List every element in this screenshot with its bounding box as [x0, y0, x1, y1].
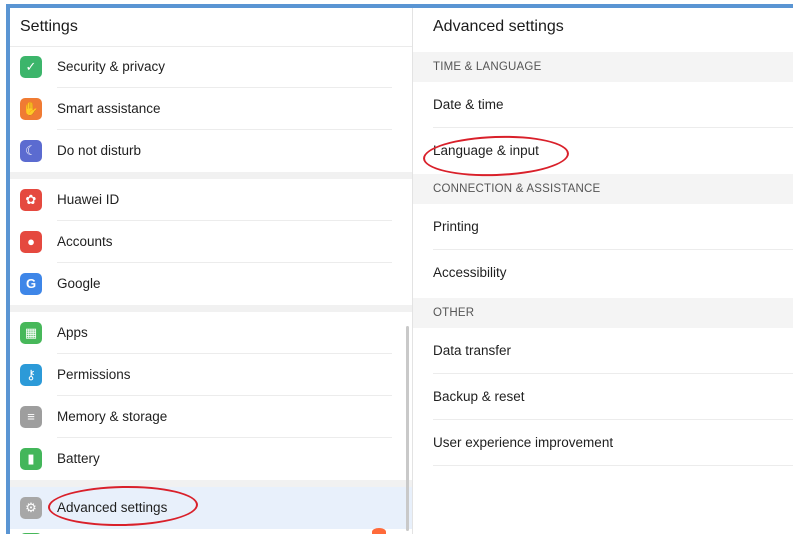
apps-icon: ▦ [20, 322, 42, 344]
group-divider [10, 305, 412, 312]
menu-item-label: Accessibility [433, 265, 507, 280]
battery-icon: ▮ [20, 448, 42, 470]
settings-list-panel: Settings ✓ Security & privacy ✋ Smart as… [10, 8, 413, 534]
menu-item-user-experience[interactable]: User experience improvement [413, 420, 793, 466]
menu-item-printing[interactable]: Printing [413, 204, 793, 250]
menu-item-label: Date & time [433, 97, 504, 112]
settings-title: Settings [10, 8, 412, 47]
sidebar-item-label: Security & privacy [57, 59, 166, 74]
storage-icon: ≡ [20, 406, 42, 428]
sidebar-item-memory-storage[interactable]: ≡ Memory & storage [10, 396, 412, 438]
menu-item-label: Data transfer [433, 343, 512, 358]
advanced-settings-panel: Advanced settings TIME & LANGUAGE Date &… [413, 8, 793, 534]
menu-item-data-transfer[interactable]: Data transfer [413, 328, 793, 374]
shield-icon: ✓ [20, 56, 42, 78]
sidebar-item-label: Memory & storage [57, 409, 168, 424]
settings-window: Settings ✓ Security & privacy ✋ Smart as… [6, 4, 793, 534]
sidebar-item-label: Battery [57, 451, 100, 466]
section-header-other: OTHER [413, 298, 793, 328]
sidebar-item-label: Permissions [57, 367, 131, 382]
partial-badge [372, 528, 386, 534]
menu-item-label: Printing [433, 219, 479, 234]
group-divider [10, 480, 412, 487]
sidebar-item-label: Do not disturb [57, 143, 142, 158]
key-icon: ⚷ [20, 364, 42, 386]
sidebar-item-battery[interactable]: ▮ Battery [10, 438, 412, 480]
sidebar-item-do-not-disturb[interactable]: ☾ Do not disturb [10, 130, 412, 172]
moon-icon: ☾ [20, 140, 42, 162]
scrollbar[interactable] [406, 326, 409, 531]
sidebar-item-accounts[interactable]: ● Accounts [10, 221, 412, 263]
menu-item-accessibility[interactable]: Accessibility [413, 250, 793, 296]
sidebar-item-partial [10, 529, 412, 534]
menu-item-language-input[interactable]: Language & input [413, 128, 793, 174]
sidebar-item-label: Google [57, 276, 101, 291]
menu-item-label: User experience improvement [433, 435, 614, 450]
account-icon: ● [20, 231, 42, 253]
huawei-icon: ✿ [20, 189, 42, 211]
menu-item-backup-reset[interactable]: Backup & reset [413, 374, 793, 420]
page-title: Advanced settings [433, 18, 564, 35]
sidebar-item-label: Accounts [57, 234, 113, 249]
gear-icon: ⚙ [20, 497, 42, 519]
sidebar-item-advanced-settings[interactable]: ⚙ Advanced settings [10, 487, 412, 529]
sidebar-item-smart-assistance[interactable]: ✋ Smart assistance [10, 88, 412, 130]
sidebar-item-label: Apps [57, 325, 88, 340]
sidebar-item-permissions[interactable]: ⚷ Permissions [10, 354, 412, 396]
hand-icon: ✋ [20, 98, 42, 120]
menu-item-date-time[interactable]: Date & time [413, 82, 793, 128]
sidebar-item-huawei-id[interactable]: ✿ Huawei ID [10, 179, 412, 221]
group-divider [10, 172, 412, 179]
section-header-time-language: TIME & LANGUAGE [413, 52, 793, 82]
sidebar-item-label: Smart assistance [57, 101, 161, 116]
sidebar-item-apps[interactable]: ▦ Apps [10, 312, 412, 354]
section-header-connection-assistance: CONNECTION & ASSISTANCE [413, 174, 793, 204]
menu-item-label: Language & input [433, 143, 539, 158]
menu-item-label: Backup & reset [433, 389, 525, 404]
google-icon: G [20, 273, 42, 295]
sidebar-item-google[interactable]: G Google [10, 263, 412, 305]
sidebar-item-label: Advanced settings [57, 500, 168, 515]
sidebar-item-security-privacy[interactable]: ✓ Security & privacy [10, 46, 412, 88]
sidebar-item-label: Huawei ID [57, 192, 120, 207]
